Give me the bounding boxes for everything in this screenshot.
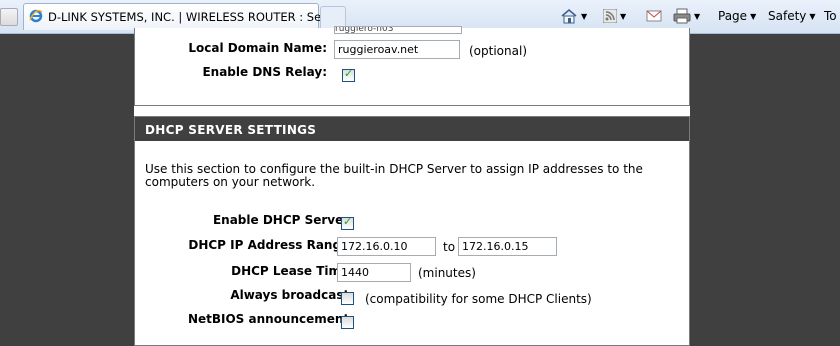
always-broadcast-checkbox[interactable] [341,292,354,305]
mail-icon [646,9,662,23]
enable-dhcp-checkbox[interactable] [341,215,354,230]
print-button[interactable]: ▼ [673,6,700,26]
local-domain-label: Local Domain Name: [188,41,327,55]
range-start-input[interactable]: 172.16.0.10 [337,237,436,256]
enable-dhcp-label: Enable DHCP Server: [212,213,354,227]
range-to-label: to [443,240,456,254]
broadcast-note: (compatibility for some DHCP Clients) [365,292,592,306]
dhcp-settings-box: DHCP SERVER SETTINGS Use this section to… [134,116,690,346]
tools-menu-label: To [824,9,837,23]
new-tab-button[interactable] [320,6,346,28]
chevron-down-icon: ▼ [809,11,816,21]
ie-icon [29,9,43,23]
chevron-down-icon[interactable]: ▼ [620,12,626,21]
section-title: DHCP SERVER SETTINGS [135,117,689,141]
page-viewport: ruggiero-n03 Local Domain Name: ruggiero… [0,26,840,346]
always-broadcast-label: Always broadcast: [230,288,354,302]
local-domain-input[interactable]: ruggieroav.net [334,40,460,59]
safety-menu-label: Safety [768,9,807,23]
chevron-down-icon[interactable]: ▼ [694,12,700,21]
tab-title: D-LINK SYSTEMS, INC. | WIRELESS ROUTER :… [48,10,344,24]
host-name-field[interactable]: ruggiero-n03 [334,26,462,34]
print-icon [673,8,691,24]
section-description: Use this section to configure the built-… [145,162,643,189]
lease-time-label: DHCP Lease Time: [231,264,354,278]
optional-note: (optional) [469,44,527,58]
feeds-icon [603,9,617,23]
tab-list-button[interactable] [0,8,18,26]
dns-relay-checkbox[interactable] [342,67,355,82]
feeds-button[interactable]: ▼ [603,6,626,26]
dns-settings-box: ruggiero-n03 Local Domain Name: ruggiero… [134,26,690,106]
dhcp-range-label: DHCP IP Address Range: [188,238,354,252]
tools-menu[interactable]: To [824,6,837,26]
mail-button[interactable] [646,6,662,26]
browser-tab[interactable]: D-LINK SYSTEMS, INC. | WIRELESS ROUTER :… [23,3,344,30]
chevron-down-icon[interactable]: ▼ [581,12,587,21]
range-end-input[interactable]: 172.16.0.15 [458,237,557,256]
netbios-label: NetBIOS announcement: [187,312,354,326]
router-content: ruggiero-n03 Local Domain Name: ruggiero… [134,26,690,346]
home-button[interactable]: ▼ [560,6,587,26]
safety-menu[interactable]: Safety ▼ [768,6,816,26]
lease-unit: (minutes) [418,266,476,280]
home-icon [560,8,578,24]
dns-relay-label: Enable DNS Relay: [202,65,327,79]
lease-time-input[interactable]: 1440 [337,263,411,282]
chevron-down-icon: ▼ [750,11,757,21]
netbios-checkbox[interactable] [341,316,354,329]
page-menu[interactable]: Page ▼ [718,6,756,26]
page-menu-label: Page [718,9,748,23]
